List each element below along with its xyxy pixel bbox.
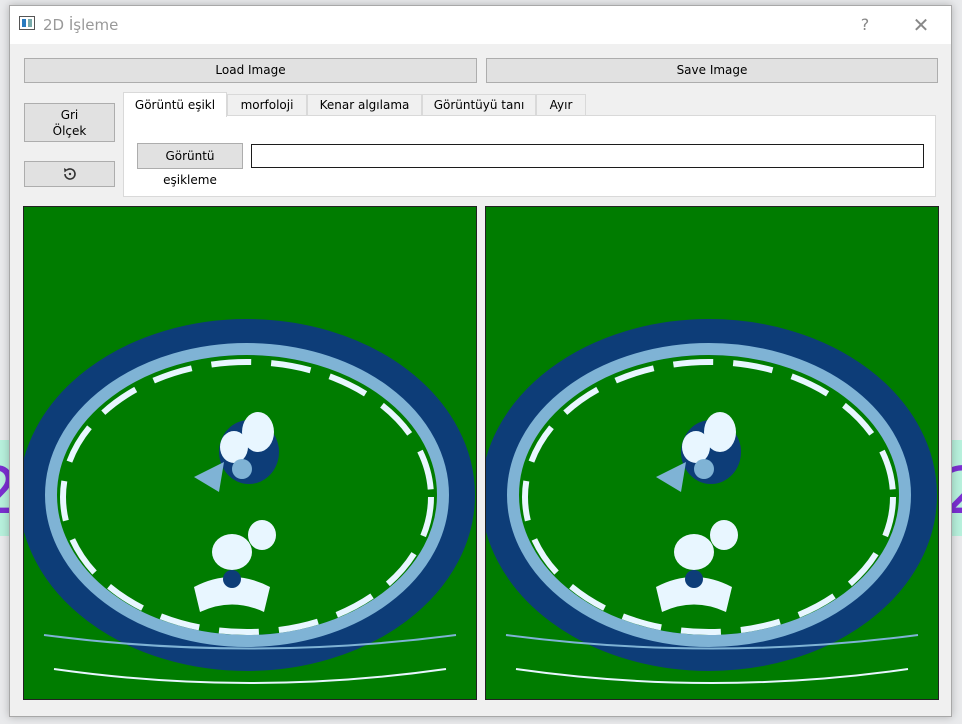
rotate-reset-icon bbox=[63, 168, 76, 180]
window-title: 2D İşleme bbox=[43, 16, 119, 34]
grayscale-button-label: Gri bbox=[60, 108, 79, 122]
reset-button[interactable] bbox=[24, 161, 115, 187]
tab-goruntu-esikl[interactable]: Görüntü eşikl bbox=[123, 92, 227, 117]
threshold-input[interactable] bbox=[251, 144, 924, 168]
original-image-view bbox=[23, 206, 477, 700]
load-image-button[interactable]: Load Image bbox=[24, 58, 477, 83]
ct-scan-image bbox=[486, 319, 937, 684]
tab-panel: Görüntü eşikleme bbox=[123, 115, 936, 197]
ct-scan-image bbox=[24, 319, 475, 684]
grayscale-button-label: Ölçek bbox=[52, 124, 87, 138]
app-icon bbox=[19, 16, 35, 30]
title-bar: 2D İşleme ? ✕ bbox=[10, 6, 951, 44]
main-window: 2D İşleme ? ✕ Load Image Save Image Gri … bbox=[9, 5, 952, 717]
processed-image-view bbox=[485, 206, 939, 700]
tab-ayir[interactable]: Ayır bbox=[536, 94, 586, 116]
save-image-button[interactable]: Save Image bbox=[486, 58, 938, 83]
help-button[interactable]: ? bbox=[842, 10, 888, 40]
grayscale-button[interactable]: Gri Ölçek bbox=[24, 103, 115, 142]
tab-goruntuyu-tani[interactable]: Görüntüyü tanı bbox=[422, 94, 536, 116]
tab-morfoloji[interactable]: morfoloji bbox=[227, 94, 307, 116]
tab-kenar-algilama[interactable]: Kenar algılama bbox=[307, 94, 422, 116]
close-button[interactable]: ✕ bbox=[898, 10, 944, 40]
threshold-button[interactable]: Görüntü eşikleme bbox=[137, 143, 243, 187]
